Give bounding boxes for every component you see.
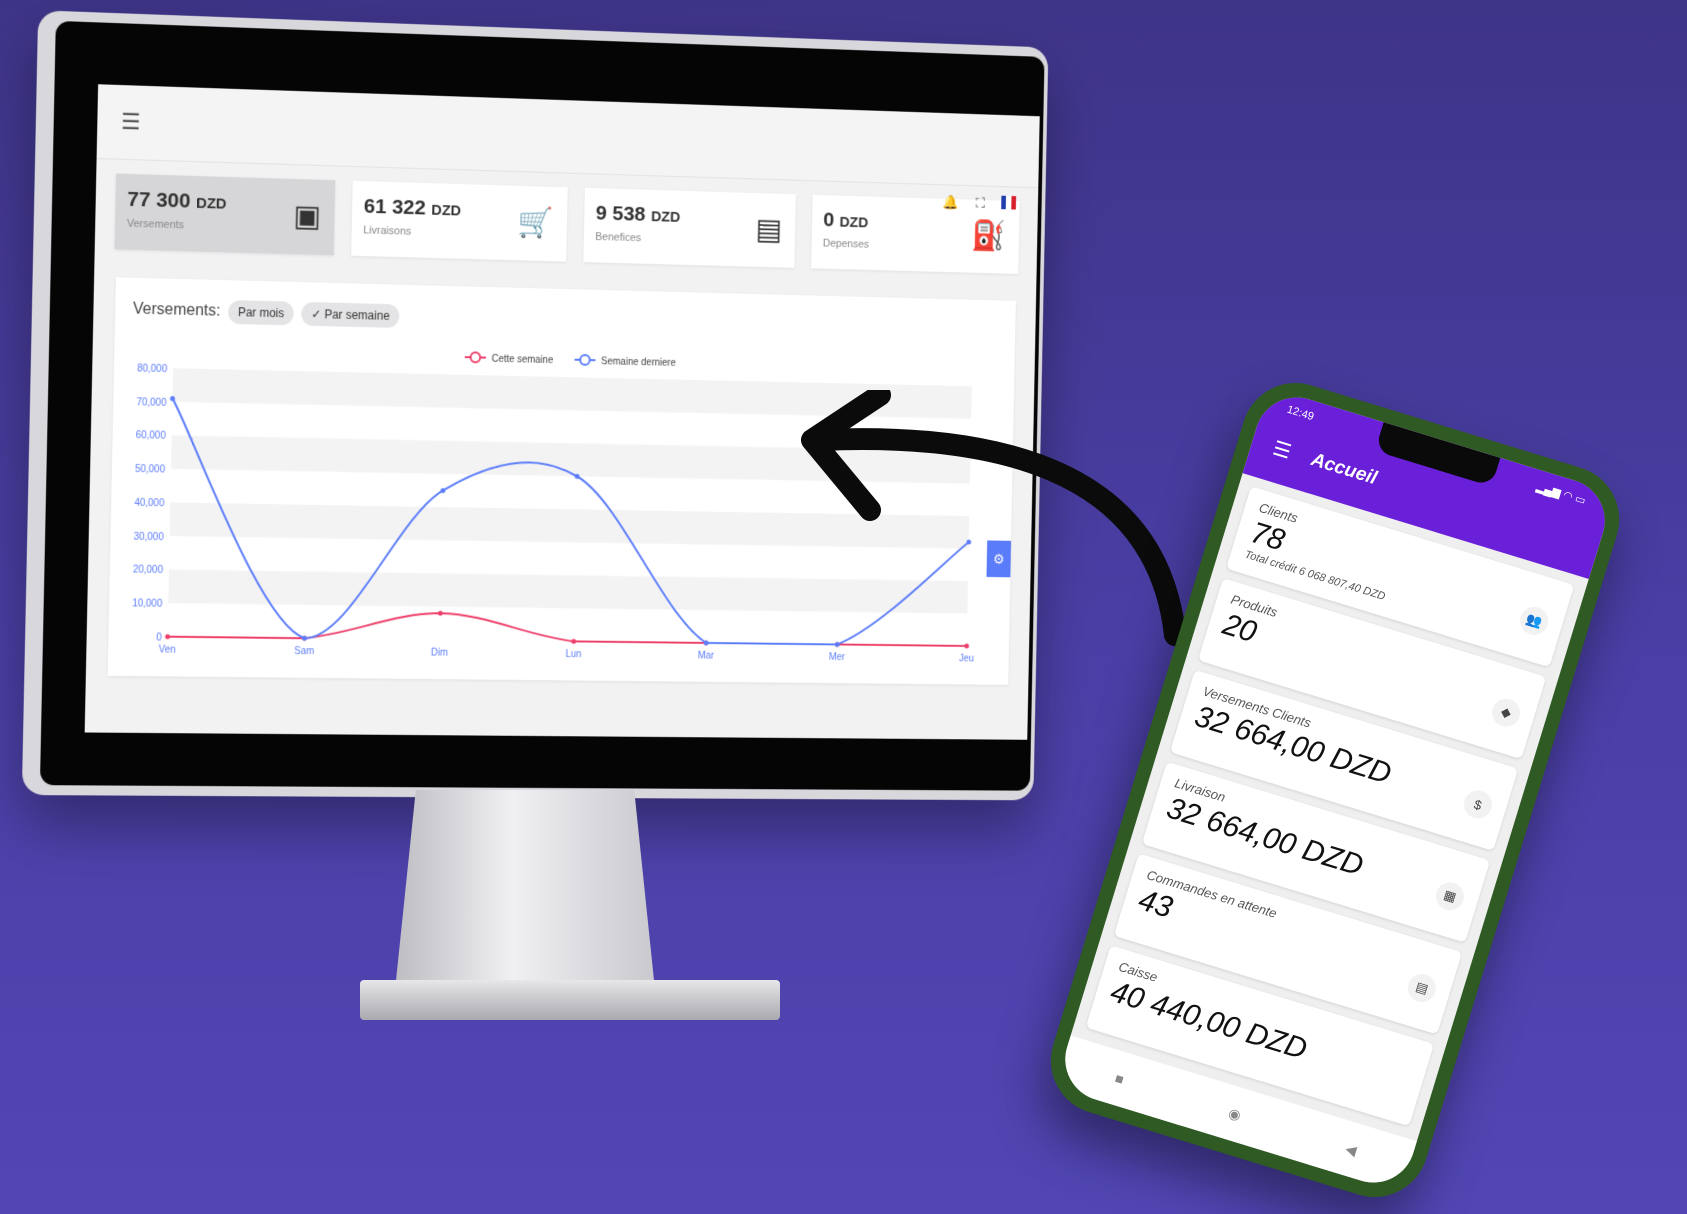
y-tick-label: 70,000	[136, 397, 167, 409]
stat-card-versements[interactable]: 77 300 DZD Versements ▣	[114, 173, 336, 256]
legend-marker	[580, 355, 590, 365]
y-tick-label: 50,000	[135, 464, 166, 476]
stat-card-livraisons[interactable]: 61 322 DZD Livraisons 🛒	[351, 180, 568, 262]
data-point	[571, 638, 577, 644]
y-tick-label: 60,000	[136, 431, 167, 443]
drawer-menu-icon[interactable]: ☰	[1270, 436, 1294, 465]
stat-card-benefices[interactable]: 9 538 DZD Benefices ▤	[583, 187, 796, 268]
store-icon: ▤	[755, 213, 783, 247]
chip-label: Par semaine	[324, 307, 390, 323]
x-tick-label: Jeu	[959, 654, 974, 665]
chip-par-semaine[interactable]: ✓ Par semaine	[301, 301, 400, 329]
recent-apps-icon[interactable]: ■	[1113, 1070, 1126, 1088]
x-tick-label: Ven	[159, 644, 176, 655]
monitor-stand	[395, 790, 655, 990]
chart-header: Versements: Par mois ✓ Par semaine	[115, 277, 1016, 343]
top-icons: 🔔 ⛶	[943, 194, 1017, 213]
monitor-chin	[83, 732, 1028, 779]
fuel-icon: ⛽	[971, 219, 1007, 253]
chart-title: Versements:	[132, 300, 221, 320]
y-tick-label: 10,000	[132, 599, 163, 610]
y-tick-label: 20,000	[133, 565, 164, 576]
bell-icon[interactable]: 🔔	[943, 194, 959, 211]
home-icon[interactable]: ◉	[1226, 1104, 1243, 1124]
x-tick-label: Mar	[698, 651, 715, 662]
y-tick-label: 30,000	[133, 531, 164, 542]
monitor-base	[360, 980, 780, 1020]
legend-label: Cette semaine	[492, 354, 554, 366]
data-point	[437, 610, 443, 616]
x-tick-label: Lun	[565, 649, 581, 660]
x-tick-label: Sam	[294, 646, 314, 657]
y-tick-label: 0	[156, 633, 162, 644]
legend-label: Semaine derniere	[601, 356, 676, 369]
french-flag-icon[interactable]	[1001, 195, 1017, 210]
data-point	[301, 635, 307, 641]
wallet-icon: ▣	[293, 199, 322, 234]
back-icon[interactable]: ◀	[1343, 1140, 1359, 1159]
app-title: Accueil	[1308, 449, 1380, 490]
status-time: 12:49	[1285, 403, 1316, 424]
check-icon: ✓	[311, 307, 322, 322]
menu-icon[interactable]: ☰	[121, 109, 141, 136]
x-tick-label: Mer	[829, 652, 846, 663]
cart-icon: 🛒	[517, 206, 555, 240]
y-tick-label: 40,000	[134, 498, 165, 509]
x-tick-label: Dim	[431, 648, 448, 659]
chip-par-mois[interactable]: Par mois	[227, 300, 295, 326]
data-point	[165, 634, 171, 640]
fullscreen-icon[interactable]: ⛶	[976, 195, 985, 212]
y-tick-label: 80,000	[137, 363, 168, 375]
legend-marker	[471, 352, 481, 362]
signal-wifi-battery-icon: ▂▄▆ ◠ ▭	[1534, 480, 1588, 508]
curved-arrow-icon	[801, 390, 1186, 646]
